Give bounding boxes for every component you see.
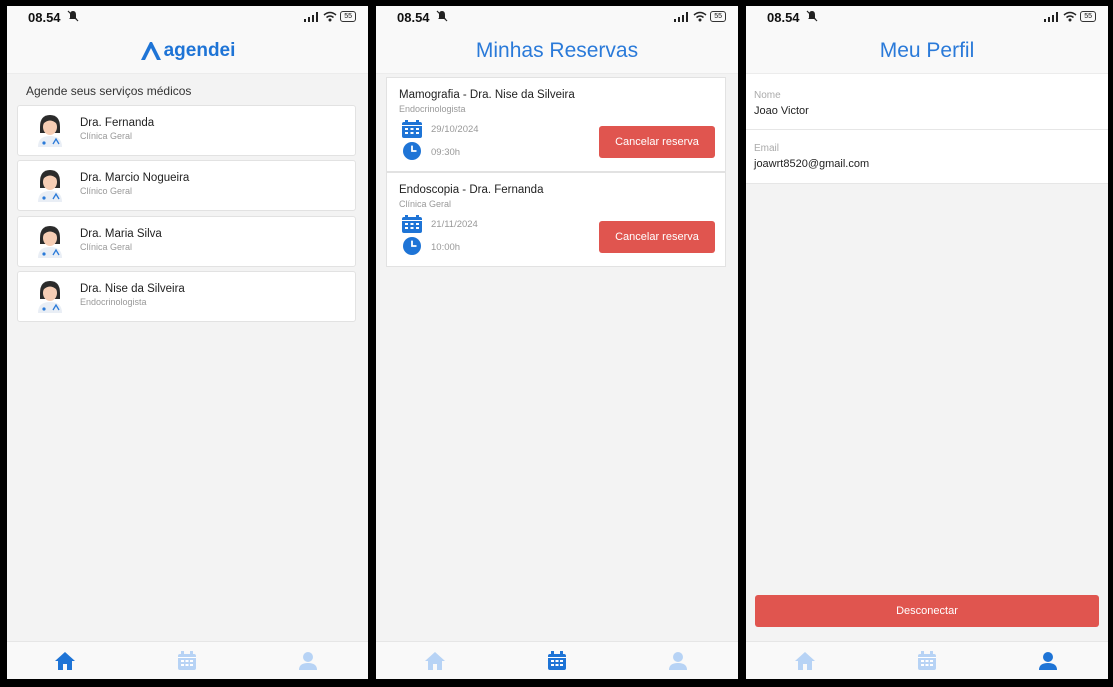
logout-button[interactable]: Desconectar — [755, 595, 1099, 627]
doctor-specialty: Clínico Geral — [80, 186, 133, 196]
signal-icon — [304, 11, 319, 22]
cancel-reservation-button[interactable]: Cancelar reserva — [599, 126, 715, 158]
email-label: Email — [754, 143, 780, 154]
battery-icon: 55 — [1080, 11, 1096, 22]
tab-reservations[interactable] — [916, 651, 938, 671]
profile-content: Nome Joao Victor Email joawrt8520@gmail.… — [746, 74, 1108, 641]
reservation-title: Mamografia - Dra. Nise da Silveira — [399, 89, 575, 101]
home-icon — [795, 652, 815, 670]
doctor-card[interactable]: Dra. Marcio Nogueira Clínico Geral — [17, 160, 356, 211]
calendar-icon — [402, 215, 422, 233]
doctor-avatar-icon — [38, 281, 62, 313]
profile-screen: 08.54 55 Meu Perfil Nome Joao Victor Ema… — [746, 6, 1108, 679]
doctor-avatar-icon — [38, 226, 62, 258]
tab-reservations[interactable] — [546, 651, 568, 671]
doctor-avatar-icon — [38, 170, 62, 202]
reservation-date: 29/10/2024 — [431, 124, 479, 135]
email-field: Email joawrt8520@gmail.com — [746, 130, 1108, 184]
email-value: joawrt8520@gmail.com — [754, 158, 870, 170]
wifi-icon — [1063, 11, 1077, 22]
app-header: agendei — [7, 28, 368, 74]
clock-icon — [403, 142, 421, 160]
calendar-icon — [548, 651, 566, 670]
status-bar: 08.54 55 — [746, 6, 1108, 28]
tab-profile[interactable] — [297, 651, 319, 671]
reservation-time: 09:30h — [431, 147, 461, 158]
reservations-screen: 08.54 55 Minhas Reservas Mamografia - Dr… — [376, 6, 738, 679]
reservation-card: Endoscopia - Dra. Fernanda Clínica Geral… — [386, 172, 726, 267]
app-header: Meu Perfil — [746, 28, 1108, 74]
tab-reservations[interactable] — [176, 651, 198, 671]
name-value: Joao Victor — [754, 105, 809, 117]
doctor-name: Dra. Maria Silva — [80, 228, 162, 240]
app-header: Minhas Reservas — [376, 28, 738, 74]
status-time: 08.54 — [397, 10, 430, 25]
tab-home[interactable] — [424, 651, 446, 671]
user-icon — [1039, 652, 1057, 670]
battery-icon: 55 — [710, 11, 726, 22]
tab-home[interactable] — [794, 651, 816, 671]
status-bar: 08.54 55 — [376, 6, 738, 28]
reservations-content: Mamografia - Dra. Nise da Silveira Endoc… — [376, 74, 738, 641]
home-icon — [55, 652, 75, 670]
status-icons: 55 — [304, 11, 356, 22]
tab-profile[interactable] — [667, 651, 689, 671]
cancel-reservation-button[interactable]: Cancelar reserva — [599, 221, 715, 253]
home-subtitle: Agende seus serviços médicos — [26, 84, 192, 98]
home-content: Agende seus serviços médicos Dra. Fernan… — [7, 74, 368, 641]
status-time: 08.54 — [767, 10, 800, 25]
home-screen: 08.54 55 agendei Agende seus serviços mé… — [7, 6, 368, 679]
doctor-specialty: Endocrinologista — [80, 297, 147, 307]
reservation-specialty: Endocrinologista — [399, 104, 466, 114]
clock-icon — [403, 237, 421, 255]
tab-bar — [7, 641, 368, 679]
battery-icon: 55 — [340, 11, 356, 22]
doctor-specialty: Clínica Geral — [80, 242, 133, 252]
wifi-icon — [323, 11, 337, 22]
user-icon — [669, 652, 687, 670]
status-time: 08.54 — [28, 10, 61, 25]
doctor-name: Dra. Fernanda — [80, 117, 155, 129]
calendar-icon — [402, 120, 422, 138]
reservation-title: Endoscopia - Dra. Fernanda — [399, 184, 544, 196]
logo-mark-icon — [140, 41, 161, 60]
tab-profile[interactable] — [1037, 651, 1059, 671]
signal-icon — [1044, 11, 1059, 22]
reservation-time: 10:00h — [431, 242, 461, 253]
calendar-icon — [918, 651, 936, 670]
bell-muted-icon — [436, 10, 448, 22]
status-icons: 55 — [674, 11, 726, 22]
doctor-name: Dra. Nise da Silveira — [80, 283, 185, 295]
bell-muted-icon — [67, 10, 79, 22]
tab-bar — [376, 641, 738, 679]
reservation-date: 21/11/2024 — [431, 219, 478, 230]
doctor-card[interactable]: Dra. Maria Silva Clínica Geral — [17, 216, 356, 267]
doctor-card[interactable]: Dra. Fernanda Clínica Geral — [17, 105, 356, 156]
calendar-icon — [178, 651, 196, 670]
doctor-card[interactable]: Dra. Nise da Silveira Endocrinologista — [17, 271, 356, 322]
doctor-specialty: Clínica Geral — [80, 131, 133, 141]
tab-home[interactable] — [54, 651, 76, 671]
status-bar: 08.54 55 — [7, 6, 368, 28]
name-label: Nome — [754, 90, 781, 101]
doctor-name: Dra. Marcio Nogueira — [80, 172, 190, 184]
reservation-card: Mamografia - Dra. Nise da Silveira Endoc… — [386, 77, 726, 172]
tab-bar — [746, 641, 1108, 679]
reservation-specialty: Clínica Geral — [399, 199, 452, 209]
app-logo: agendei — [140, 39, 236, 62]
logo-text: agendei — [163, 39, 236, 61]
name-field: Nome Joao Victor — [746, 74, 1108, 130]
wifi-icon — [693, 11, 707, 22]
user-icon — [299, 652, 317, 670]
page-title: Meu Perfil — [879, 38, 975, 62]
page-title: Minhas Reservas — [475, 38, 639, 62]
home-icon — [425, 652, 445, 670]
status-icons: 55 — [1044, 11, 1096, 22]
doctor-avatar-icon — [38, 115, 62, 147]
bell-muted-icon — [806, 10, 818, 22]
signal-icon — [674, 11, 689, 22]
